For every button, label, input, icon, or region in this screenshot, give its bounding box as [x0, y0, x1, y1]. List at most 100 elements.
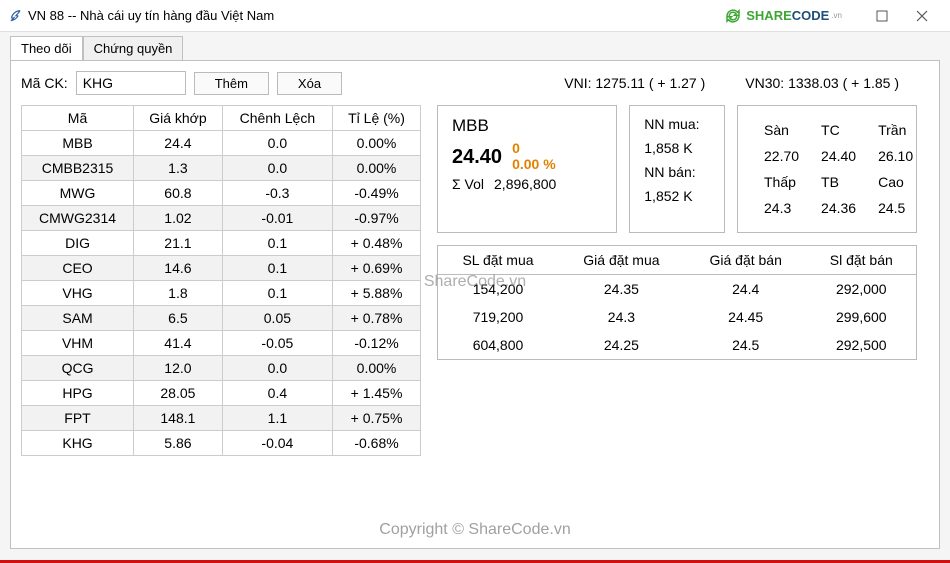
cell-ma: CMWG2314: [22, 206, 134, 231]
cell-tile: + 0.69%: [333, 256, 421, 281]
cell-gia: 28.05: [134, 381, 223, 406]
symbol-input[interactable]: [76, 71, 186, 95]
col-gia: Giá khớp: [134, 106, 223, 131]
cell-gia: 1.02: [134, 206, 223, 231]
cell-tile: + 1.45%: [333, 381, 421, 406]
detail-change: 0: [512, 140, 556, 156]
cell-ma: HPG: [22, 381, 134, 406]
cell-slb: 299,600: [807, 303, 916, 331]
cell-ma: CMBB2315: [22, 156, 134, 181]
cell-gia: 5.86: [134, 431, 223, 456]
cell-slm: 719,200: [438, 303, 558, 331]
cell-tile: + 0.48%: [333, 231, 421, 256]
cell-chenh: 0.0: [222, 156, 332, 181]
cell-gia: 60.8: [134, 181, 223, 206]
cell-gia: 1.3: [134, 156, 223, 181]
table-row[interactable]: FPT148.11.1+ 0.75%: [22, 406, 421, 431]
cell-gia: 21.1: [134, 231, 223, 256]
cell-gb: 24.45: [685, 303, 807, 331]
detail-box-range: Sàn TC Trần 22.70 24.40 26.10 Thấp: [737, 105, 917, 233]
cell-gia: 41.4: [134, 331, 223, 356]
cell-gia: 24.4: [134, 131, 223, 156]
delete-button[interactable]: Xóa: [277, 72, 342, 95]
table-row: 154,20024.3524.4292,000: [438, 275, 916, 304]
cell-ma: QCG: [22, 356, 134, 381]
app-icon: [8, 9, 22, 23]
cell-slm: 604,800: [438, 331, 558, 359]
cell-slb: 292,500: [807, 331, 916, 359]
cell-gia: 148.1: [134, 406, 223, 431]
cell-chenh: -0.04: [222, 431, 332, 456]
detail-price: 24.40: [452, 146, 502, 169]
table-row: 604,80024.2524.5292,500: [438, 331, 916, 359]
table-row[interactable]: DIG21.10.1+ 0.48%: [22, 231, 421, 256]
col-gb: Giá đặt bán: [685, 246, 807, 275]
table-row[interactable]: HPG28.050.4+ 1.45%: [22, 381, 421, 406]
cell-tile: 0.00%: [333, 156, 421, 181]
maximize-button[interactable]: [862, 2, 902, 30]
table-row[interactable]: QCG12.00.00.00%: [22, 356, 421, 381]
table-row[interactable]: VHM41.4-0.05-0.12%: [22, 331, 421, 356]
cell-ma: SAM: [22, 306, 134, 331]
h-tran: Trần: [868, 118, 923, 142]
cell-tile: 0.00%: [333, 131, 421, 156]
cell-gm: 24.35: [558, 275, 685, 304]
vol-value: 2,896,800: [494, 176, 556, 192]
cell-gia: 6.5: [134, 306, 223, 331]
h-tb: TB: [811, 170, 866, 194]
h-tc: TC: [811, 118, 866, 142]
col-ma: Mã: [22, 106, 134, 131]
v-tran: 26.10: [868, 144, 923, 168]
detail-symbol: MBB: [452, 116, 602, 136]
table-row[interactable]: SAM6.50.05+ 0.78%: [22, 306, 421, 331]
cell-ma: MBB: [22, 131, 134, 156]
cell-tile: + 0.78%: [333, 306, 421, 331]
detail-pct: 0.00 %: [512, 156, 556, 172]
table-header-row: Mã Giá khớp Chênh Lệch Tỉ Lệ (%): [22, 106, 421, 131]
close-button[interactable]: [902, 2, 942, 30]
cell-ma: DIG: [22, 231, 134, 256]
cell-chenh: 0.0: [222, 131, 332, 156]
table-row[interactable]: MBB24.40.00.00%: [22, 131, 421, 156]
cell-chenh: 0.0: [222, 356, 332, 381]
cell-chenh: 1.1: [222, 406, 332, 431]
cell-ma: CEO: [22, 256, 134, 281]
cell-gia: 14.6: [134, 256, 223, 281]
h-san: Sàn: [754, 118, 809, 142]
cell-slm: 154,200: [438, 275, 558, 304]
watchlist-table: Mã Giá khớp Chênh Lệch Tỉ Lệ (%) MBB24.4…: [21, 105, 421, 456]
detail-box-price: MBB 24.40 0 0.00 % Σ Vol 2,896,800: [437, 105, 617, 233]
tab-content: Mã CK: Thêm Xóa VNI: 1275.11 ( + 1.27 ) …: [10, 60, 940, 549]
recycle-icon: [724, 7, 742, 25]
table-row[interactable]: KHG5.86-0.04-0.68%: [22, 431, 421, 456]
cell-chenh: 0.1: [222, 256, 332, 281]
titlebar: VN 88 -- Nhà cái uy tín hàng đầu Việt Na…: [0, 0, 950, 32]
tab-chungquyen[interactable]: Chứng quyền: [83, 36, 184, 60]
table-row[interactable]: MWG60.8-0.3-0.49%: [22, 181, 421, 206]
indices: VNI: 1275.11 ( + 1.27 ) VN30: 1338.03 ( …: [564, 75, 899, 91]
col-gm: Giá đặt mua: [558, 246, 685, 275]
vni-index: VNI: 1275.11 ( + 1.27 ): [564, 75, 705, 91]
cell-chenh: -0.3: [222, 181, 332, 206]
nn-mua-value: 1,858 K: [644, 140, 710, 156]
detail-box-nn: NN mua: 1,858 K NN bán: 1,852 K: [629, 105, 725, 233]
table-row[interactable]: CEO14.60.1+ 0.69%: [22, 256, 421, 281]
cell-slb: 292,000: [807, 275, 916, 304]
vol-label: Σ Vol: [452, 176, 484, 192]
tab-theodoi[interactable]: Theo dõi: [10, 36, 83, 60]
window-title: VN 88 -- Nhà cái uy tín hàng đầu Việt Na…: [28, 8, 274, 23]
v-san: 22.70: [754, 144, 809, 168]
cell-gia: 1.8: [134, 281, 223, 306]
col-slm: SL đặt mua: [438, 246, 558, 275]
cell-ma: VHM: [22, 331, 134, 356]
cell-chenh: -0.05: [222, 331, 332, 356]
table-row[interactable]: VHG1.80.1+ 5.88%: [22, 281, 421, 306]
v-tb: 24.36: [811, 196, 866, 220]
table-row[interactable]: CMBB23151.30.00.00%: [22, 156, 421, 181]
table-row[interactable]: CMWG23141.02-0.01-0.97%: [22, 206, 421, 231]
cell-tile: + 0.75%: [333, 406, 421, 431]
cell-gm: 24.3: [558, 303, 685, 331]
cell-gb: 24.5: [685, 331, 807, 359]
h-thap: Thấp: [754, 170, 809, 194]
add-button[interactable]: Thêm: [194, 72, 269, 95]
